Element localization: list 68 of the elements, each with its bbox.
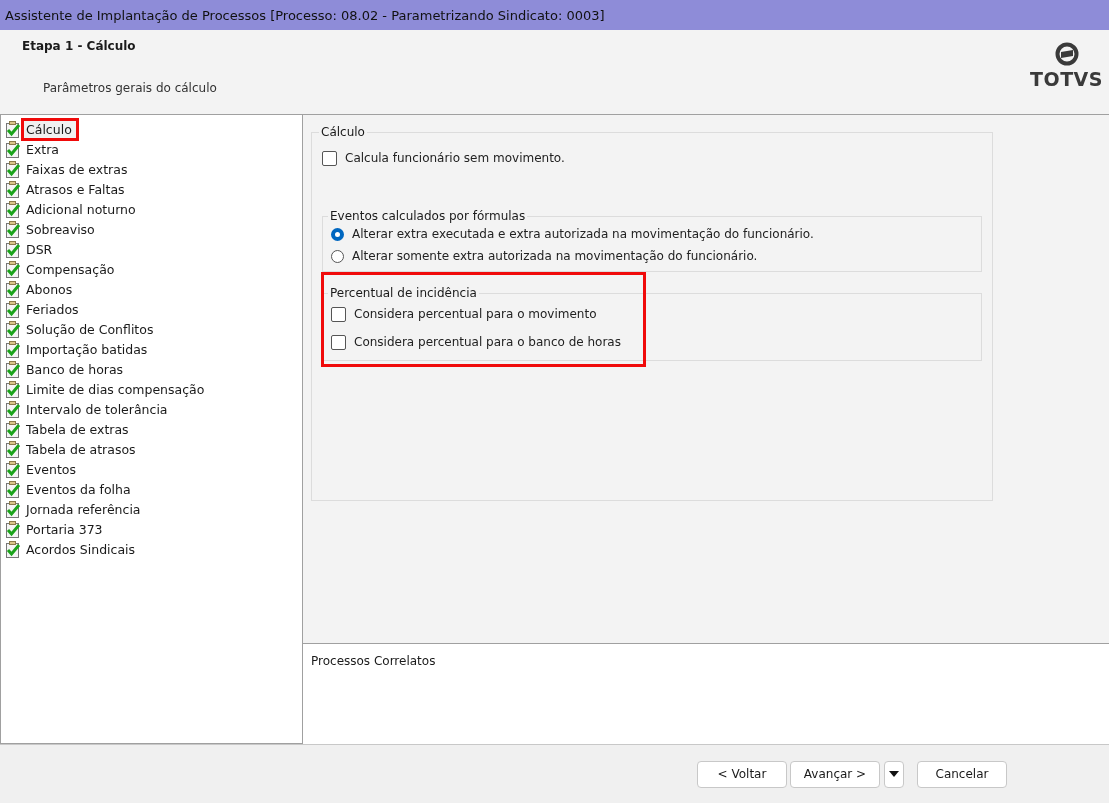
radio-button[interactable] [331, 249, 344, 263]
tree-item[interactable]: Sobreaviso [24, 220, 99, 238]
step-description: Parâmetros gerais do cálculo [43, 81, 217, 95]
radio-label: Alterar extra executada e extra autorizada na movimentação do funcionário. [352, 227, 814, 241]
related-title: Processos Correlatos [311, 654, 436, 668]
checked-clipboard-icon [5, 480, 21, 498]
tree-item[interactable]: Acordos Sindicais [24, 540, 140, 558]
checked-clipboard-icon [5, 540, 21, 558]
tree-item[interactable]: Portaria 373 [24, 520, 107, 538]
checkbox[interactable] [331, 334, 346, 350]
checkbox[interactable] [322, 150, 337, 166]
checked-clipboard-icon [5, 400, 21, 418]
tree-item[interactable]: Tabela de extras [24, 420, 133, 438]
checked-clipboard-icon [5, 220, 21, 238]
dropdown-button[interactable] [884, 760, 904, 788]
checkbox-label: Considera percentual para o banco de horas [354, 335, 621, 349]
tree-item[interactable]: Intervalo de tolerância [24, 400, 172, 418]
tree-item[interactable]: Extra [24, 140, 63, 158]
tree-item[interactable]: Faixas de extras [24, 160, 132, 178]
wizard-button[interactable]: Cancelar [917, 760, 1007, 788]
checked-clipboard-icon [5, 180, 21, 198]
group-title: Cálculo [320, 125, 366, 139]
tree-item[interactable]: Eventos [24, 460, 80, 478]
tree-item[interactable]: Importação batidas [24, 340, 152, 358]
checked-clipboard-icon [5, 140, 21, 158]
tree-item[interactable]: Limite de dias compensação [24, 380, 209, 398]
tree-item[interactable]: Eventos da folha [24, 480, 135, 498]
step-title: Etapa 1 - Cálculo [22, 39, 137, 53]
logo-icon [1054, 42, 1079, 66]
checked-clipboard-icon [5, 340, 21, 358]
group-title: Eventos calculados por fórmulas [329, 209, 527, 223]
checked-clipboard-icon [5, 160, 21, 178]
window-title: Assistente de Implantação de Processos [Processo: 08.02 - Parametrizando Sindicato: 0003] [5, 7, 605, 23]
tree-item[interactable]: Jornada referência [24, 500, 145, 518]
tree-item[interactable]: Compensação [24, 260, 119, 278]
checked-clipboard-icon [5, 520, 21, 538]
checked-clipboard-icon [5, 300, 21, 318]
tree-item[interactable]: Solução de Conflitos [24, 320, 158, 338]
checked-clipboard-icon [5, 320, 21, 338]
checked-clipboard-icon [5, 120, 21, 138]
checked-clipboard-icon [5, 240, 21, 258]
checkbox[interactable] [331, 306, 346, 322]
logo-wordmark: TOTVS [1030, 68, 1103, 90]
tree-item[interactable]: Tabela de atrasos [24, 440, 140, 458]
tree-item[interactable]: Atrasos e Faltas [24, 180, 129, 198]
tree-item[interactable]: Adicional noturno [24, 200, 140, 218]
caret-icon [889, 771, 899, 777]
checked-clipboard-icon [5, 440, 21, 458]
radio-button[interactable] [331, 227, 344, 241]
checked-clipboard-icon [5, 280, 21, 298]
checkbox-label: Considera percentual para o movimento [354, 307, 597, 321]
wizard-button[interactable]: < Voltar [697, 760, 787, 788]
checked-clipboard-icon [5, 360, 21, 378]
checked-clipboard-icon [5, 460, 21, 478]
tree-item[interactable]: Cálculo [24, 120, 76, 138]
checked-clipboard-icon [5, 500, 21, 518]
tree-item[interactable]: Feriados [24, 300, 83, 318]
tree-item[interactable]: Abonos [24, 280, 77, 298]
checked-clipboard-icon [5, 260, 21, 278]
checked-clipboard-icon [5, 420, 21, 438]
group-title: Percentual de incidência [329, 286, 478, 300]
checkbox-label: Calcula funcionário sem movimento. [345, 151, 565, 165]
tree-item[interactable]: DSR [24, 240, 57, 258]
checked-clipboard-icon [5, 200, 21, 218]
tree-item[interactable]: Banco de horas [24, 360, 128, 378]
wizard-button[interactable]: Avançar > [790, 760, 880, 788]
radio-label: Alterar somente extra autorizada na movimentação do funcionário. [352, 249, 758, 263]
checked-clipboard-icon [5, 380, 21, 398]
